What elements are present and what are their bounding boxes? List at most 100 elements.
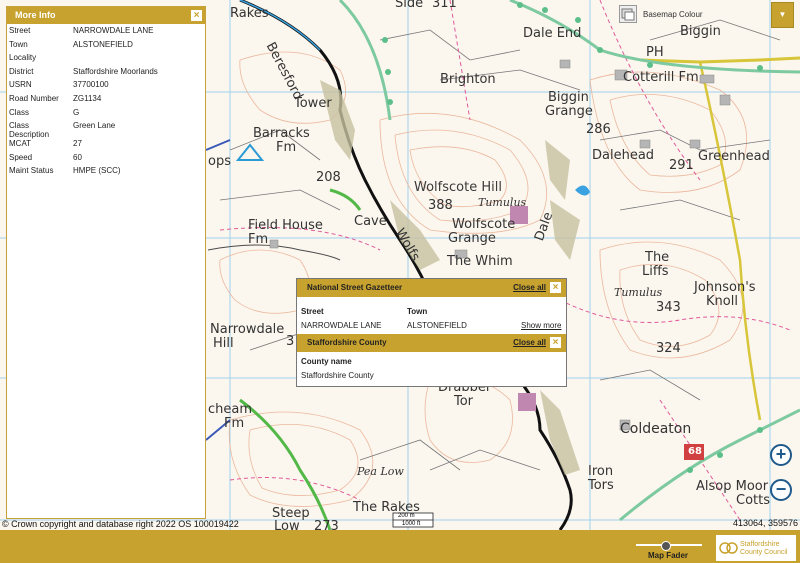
label-side: Side <box>395 0 424 11</box>
label-cheam-2: Fm <box>224 416 245 431</box>
logo-line2: County Council <box>740 549 788 556</box>
table-row: Road Number ZG1134 <box>7 94 158 108</box>
label-biggin-grange-1: Biggin <box>548 90 589 105</box>
more-info-title: More Info <box>15 10 56 20</box>
more-info-panel: More Info × Street NARROWDALE LANE Town AL… <box>6 6 206 519</box>
county-name-value: Staffordshire County <box>301 371 374 380</box>
field-value: 37700100 <box>73 80 109 90</box>
label-biggin-grange-2: Grange <box>545 104 593 119</box>
table-row: MCAT 27 <box>7 139 158 153</box>
label-steep-2: Low <box>274 519 300 530</box>
label-iron-tors-2: Tors <box>588 478 614 493</box>
scale-top-label: 200 m <box>398 513 415 519</box>
field-value <box>71 53 158 67</box>
label-dale-end: Dale End <box>523 26 582 41</box>
table-row: USRN 37700100 <box>7 80 158 94</box>
zoom-in-button[interactable]: + <box>770 444 792 466</box>
field-key: Locality <box>9 53 37 63</box>
map-fader-label: Map Fader <box>648 551 689 560</box>
field-key: USRN <box>9 80 32 90</box>
label-wolfscote-hill: Wolfscote Hill <box>414 180 502 195</box>
nsg-header: National Street Gazetteer Close all × <box>297 279 566 297</box>
label-alsop-2: Cotts <box>736 493 770 508</box>
field-value: NARROWDALE LANE <box>73 26 154 35</box>
nsg-town-value: ALSTONEFIELD <box>407 321 467 330</box>
close-all-link[interactable]: Close all <box>513 283 546 292</box>
close-icon[interactable]: × <box>550 337 561 348</box>
basemap-icon <box>619 5 637 23</box>
field-value: Staffordshire Moorlands <box>73 66 158 76</box>
height-286: 286 <box>586 122 611 137</box>
map-fader-handle[interactable] <box>660 541 671 551</box>
label-wolfscote-grange-1: Wolfscote <box>452 217 516 232</box>
label-cave: Cave <box>354 214 387 229</box>
label-ops: ops <box>208 154 231 169</box>
label-cheam-1: cheam <box>208 402 253 417</box>
zoom-out-button[interactable]: − <box>770 479 792 501</box>
height-343: 343 <box>656 300 681 315</box>
label-field-house-1: Field House <box>248 218 323 233</box>
show-more-link[interactable]: Show more <box>521 321 561 330</box>
more-info-header: More Info × <box>7 7 205 24</box>
label-barracks-2: Fm <box>276 140 297 155</box>
label-tor: Tor <box>454 394 474 409</box>
field-key: Town <box>9 39 28 49</box>
layers-dropdown-button[interactable]: ▼ <box>771 2 794 28</box>
table-row: Locality <box>7 53 158 67</box>
label-cotterill: Cotterill Fm <box>623 70 699 85</box>
field-key: Maint Status <box>9 166 54 176</box>
basemap-selector[interactable]: Basemap Colour <box>619 5 703 23</box>
height-324: 324 <box>656 341 681 356</box>
field-value: 27 <box>73 139 82 149</box>
field-value: HMPE (SCC) <box>73 166 121 176</box>
label-greenhead: Greenhead <box>698 149 770 164</box>
field-value: G <box>73 107 80 117</box>
council-logo: Staffordshire County Council <box>716 535 796 561</box>
label-rakes: Rakes <box>230 6 269 21</box>
label-brighton: Brighton <box>440 72 496 87</box>
table-row: Street NARROWDALE LANE <box>7 26 158 40</box>
field-key: Street <box>9 26 31 35</box>
field-key: Road Number <box>9 93 59 103</box>
label-the-whim: The Whim <box>447 254 513 269</box>
close-icon[interactable]: × <box>191 10 202 21</box>
label-narrowdale-1: Narrowdale <box>210 322 285 337</box>
label-iron-tors-1: Iron <box>588 464 614 479</box>
field-key: MCAT <box>9 139 32 149</box>
logo-knot-icon <box>719 542 738 554</box>
field-value: ZG1134 <box>73 93 102 103</box>
table-row: District Staffordshire Moorlands <box>7 67 158 81</box>
label-pea-low: Pea Low <box>357 465 404 478</box>
field-key: District <box>9 66 34 76</box>
field-key: Class Description <box>9 121 50 140</box>
county-title: Staffordshire County <box>307 338 387 347</box>
table-row: Maint Status HMPE (SCC) <box>7 166 158 180</box>
label-coldeaton: Coldeaton <box>620 421 692 437</box>
scale-bottom-label: 1000 ft <box>402 521 421 527</box>
label-narrowdale-2: Hill <box>213 336 234 351</box>
label-the-liffs-2: Liffs <box>642 264 669 279</box>
col-county-name: County name <box>301 357 352 366</box>
label-field-house-2: Fm <box>248 232 269 247</box>
logo-line1: Staffordshire <box>740 541 780 548</box>
table-row: Town ALSTONEFIELD <box>7 40 158 54</box>
scale-bar: 200 m 1000 ft <box>392 512 434 528</box>
feature-popup: National Street Gazetteer Close all × St… <box>296 278 567 387</box>
basemap-label: Basemap Colour <box>643 9 703 19</box>
col-street: Street <box>301 307 324 316</box>
coordinates-readout: 413064, 359576 <box>733 518 799 528</box>
label-ph: PH <box>646 45 664 60</box>
more-info-table: Street NARROWDALE LANE Town ALSTONEFIELD L… <box>7 26 158 180</box>
table-row: Speed 60 <box>7 153 158 167</box>
close-all-link[interactable]: Close all <box>513 338 546 347</box>
nsg-title: National Street Gazetteer <box>307 283 403 292</box>
close-icon[interactable]: × <box>550 282 561 293</box>
field-key: Speed <box>9 152 33 162</box>
copyright-text: © Crown copyright and database right 202… <box>2 519 239 529</box>
field-value: Green Lane <box>73 121 116 131</box>
label-tumulus-1: Tumulus <box>478 196 527 209</box>
table-row: Class Description Green Lane <box>7 121 158 139</box>
label-tumulus-2: Tumulus <box>614 286 663 299</box>
height-208: 208 <box>316 170 341 185</box>
height-311: 311 <box>432 0 457 11</box>
